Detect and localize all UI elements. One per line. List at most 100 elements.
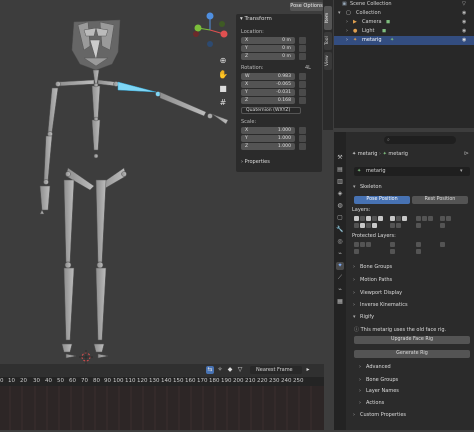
rotation-mode-dropdown[interactable]: Quaternion (WXYZ) [241,107,301,114]
layer-toggle[interactable] [360,223,365,228]
lock-icon[interactable] [299,37,306,44]
layer-toggle[interactable] [416,223,421,228]
actions-subpanel[interactable]: › Actions [356,398,470,408]
pose-options-button[interactable]: Pose Options [290,2,323,11]
scale-y-field[interactable]: Y 1.000 [241,135,295,142]
advanced-subpanel[interactable]: › Advanced [356,362,470,372]
layer-toggle[interactable] [416,216,421,221]
pin-icon[interactable]: ⊳ [464,150,469,157]
outliner-row-collection[interactable]: ▾ ▢ Collection [334,9,474,18]
timeline-track-area[interactable] [0,386,324,430]
layer-toggle[interactable] [428,216,433,221]
3d-cursor[interactable] [79,350,93,364]
rigify-panel-header[interactable]: ▾ Rigify [350,312,472,322]
outliner-row-scene-collection[interactable]: ▣ Scene Collection [334,0,474,9]
layer-toggle[interactable] [360,242,365,247]
layer-toggle[interactable] [360,216,365,221]
layer-toggle[interactable] [390,249,395,254]
rest-position-button[interactable]: Rest Position [412,196,468,204]
motion-paths-panel[interactable]: › Motion Paths [350,275,472,285]
layer-toggle[interactable] [354,223,359,228]
properties-search-input[interactable]: ⌕ [384,136,456,144]
zoom-icon[interactable]: ⊕ [218,56,228,66]
texture-tab-icon[interactable]: ▦ [336,298,344,306]
layer-toggle[interactable] [390,223,395,228]
scale-z-field[interactable]: Z 1.000 [241,143,295,150]
output-tab-icon[interactable]: ▥ [336,178,344,186]
lock-icon[interactable] [299,89,306,96]
transform-title[interactable]: ▾ Transform [240,16,272,22]
location-z-field[interactable]: Z 0 m [241,53,295,60]
scene-tab-icon[interactable]: ◈ [336,190,344,198]
outliner-row-light[interactable]: › ● Light ◼ [334,27,474,36]
hand-pan-icon[interactable]: ✋ [218,70,228,80]
armature-data-tab-icon[interactable]: ✦ [336,262,344,270]
shoulder-bones[interactable] [55,79,119,87]
layer-toggle[interactable] [416,249,421,254]
layer-toggle[interactable] [396,223,401,228]
eye-icon[interactable]: ◉ [462,18,466,27]
lock-icon[interactable] [299,81,306,88]
layer-toggle[interactable] [440,223,445,228]
user-count-icon[interactable]: ▾ [460,167,463,176]
skeleton-panel-header[interactable]: ▾ Skeleton [350,182,472,192]
lock-icon[interactable] [299,53,306,60]
layer-toggle[interactable] [422,216,427,221]
tab-view[interactable]: View [324,52,332,70]
lock-icon[interactable] [299,97,306,104]
rotation-4l-label[interactable]: 4L [305,65,311,71]
rotation-z-field[interactable]: Z 0.168 [241,97,295,104]
navigation-gizmo[interactable] [190,10,230,50]
data-name-field[interactable]: ✦ metarig ▾ [354,167,470,176]
layer-toggle[interactable] [440,242,445,247]
layer-toggle[interactable] [372,223,377,228]
layers-grid[interactable] [354,216,470,230]
layer-toggle[interactable] [378,216,383,221]
layer-toggle[interactable] [390,216,395,221]
bone-constraint-tab-icon[interactable]: ⌁ [336,286,344,294]
left-arm-bones[interactable] [39,87,59,215]
world-tab-icon[interactable]: ◍ [336,202,344,210]
camera-icon[interactable]: ■ [218,84,228,94]
layer-toggle[interactable] [366,216,371,221]
layer-toggle[interactable] [390,242,395,247]
outliner-row-camera[interactable]: › ▶ Camera ◼ [334,18,474,27]
lock-icon[interactable] [299,73,306,80]
filter-icon[interactable]: ▽ [236,366,244,374]
properties-subpanel[interactable]: › Properties [241,159,270,165]
bone-tab-icon[interactable]: ⟋ [336,274,344,282]
tab-tool[interactable]: Tool [324,32,332,50]
lock-icon[interactable] [299,143,306,150]
eye-icon[interactable]: ◉ [462,27,466,36]
layer-toggle[interactable] [354,242,359,247]
view-icon[interactable]: ▸ [304,366,312,374]
object-tab-icon[interactable]: ▢ [336,214,344,222]
right-arm-bones[interactable] [117,81,229,125]
timeline-frame-ruler[interactable]: 0 10 20 30 40 50 60 70 80 90 100 110 120… [0,377,324,386]
location-y-field[interactable]: Y 0 m [241,45,295,52]
filter-icon[interactable]: ▽ [462,0,466,9]
generate-rig-button[interactable]: Generate Rig [354,350,470,358]
layer-toggle[interactable] [446,216,451,221]
head-bones[interactable] [71,19,121,71]
physics-tab-icon[interactable]: ◎ [336,238,344,246]
bone-groups-subpanel[interactable]: › Bone Groups [356,375,470,385]
snap-icon[interactable]: ✧ [216,366,224,374]
snap-mode-dropdown[interactable]: Nearest Frame [250,366,302,374]
lock-icon[interactable] [299,45,306,52]
layer-toggle[interactable] [366,223,371,228]
keyframe-icon[interactable]: ◆ [226,366,234,374]
layer-names-subpanel[interactable]: › Layer Names [356,386,470,396]
render-tab-icon[interactable]: ▤ [336,166,344,174]
modifier-tab-icon[interactable]: 🔧 [336,226,344,234]
layer-toggle[interactable] [354,216,359,221]
rotation-w-field[interactable]: W 0.983 [241,73,295,80]
upgrade-face-rig-button[interactable]: Upgrade Face Rig [354,336,470,344]
inverse-kinematics-panel[interactable]: › Inverse Kinematics [350,300,472,310]
eye-icon[interactable]: ◉ [462,9,466,18]
grid-perspective-icon[interactable]: # [218,98,228,108]
leg-bones[interactable] [61,179,109,359]
pose-position-button[interactable]: Pose Position [354,196,410,204]
eye-icon[interactable]: ◉ [462,36,466,45]
layer-toggle[interactable] [366,242,371,247]
